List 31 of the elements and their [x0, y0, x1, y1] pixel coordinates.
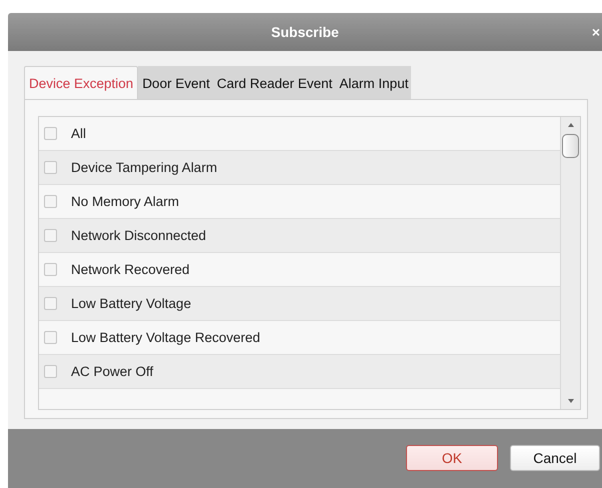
checkbox[interactable] — [44, 365, 57, 378]
checkbox[interactable] — [44, 195, 57, 208]
checkbox[interactable] — [44, 229, 57, 242]
list-row[interactable]: Network Disconnected — [39, 219, 560, 254]
event-label: AC Power Off — [71, 364, 154, 380]
event-label: Low Battery Voltage Recovered — [71, 330, 260, 346]
scrollbar[interactable] — [560, 117, 580, 410]
event-label: Low Battery Voltage — [71, 296, 192, 312]
list-row[interactable]: Device Tampering Alarm — [39, 151, 560, 186]
checkbox[interactable] — [44, 263, 57, 276]
event-label: Network Disconnected — [71, 228, 206, 244]
checkbox[interactable] — [44, 127, 57, 140]
tab[interactable]: Card Reader Event — [212, 66, 336, 100]
scroll-down-icon[interactable] — [566, 398, 574, 404]
event-label: Network Recovered — [71, 262, 190, 278]
event-label: All — [71, 126, 86, 142]
list-row[interactable]: Low Battery Voltage — [39, 287, 560, 322]
dialog-button[interactable]: OK — [406, 444, 498, 471]
checkbox[interactable] — [44, 297, 57, 310]
checkbox[interactable] — [44, 161, 57, 174]
event-label: No Memory Alarm — [71, 194, 180, 210]
list-row[interactable]: AC Power Off — [39, 355, 560, 390]
event-label: Device Tampering Alarm — [71, 160, 218, 176]
checkbox[interactable] — [44, 331, 57, 344]
tab[interactable]: Device Exception — [24, 66, 138, 100]
dialog-button[interactable]: Cancel — [510, 444, 600, 471]
scroll-thumb[interactable] — [562, 134, 579, 158]
tab[interactable]: Alarm Input — [335, 66, 412, 100]
tab[interactable]: Door Event — [138, 66, 213, 100]
window-title: Subscribe — [271, 24, 339, 40]
scroll-up-icon[interactable] — [566, 122, 574, 128]
